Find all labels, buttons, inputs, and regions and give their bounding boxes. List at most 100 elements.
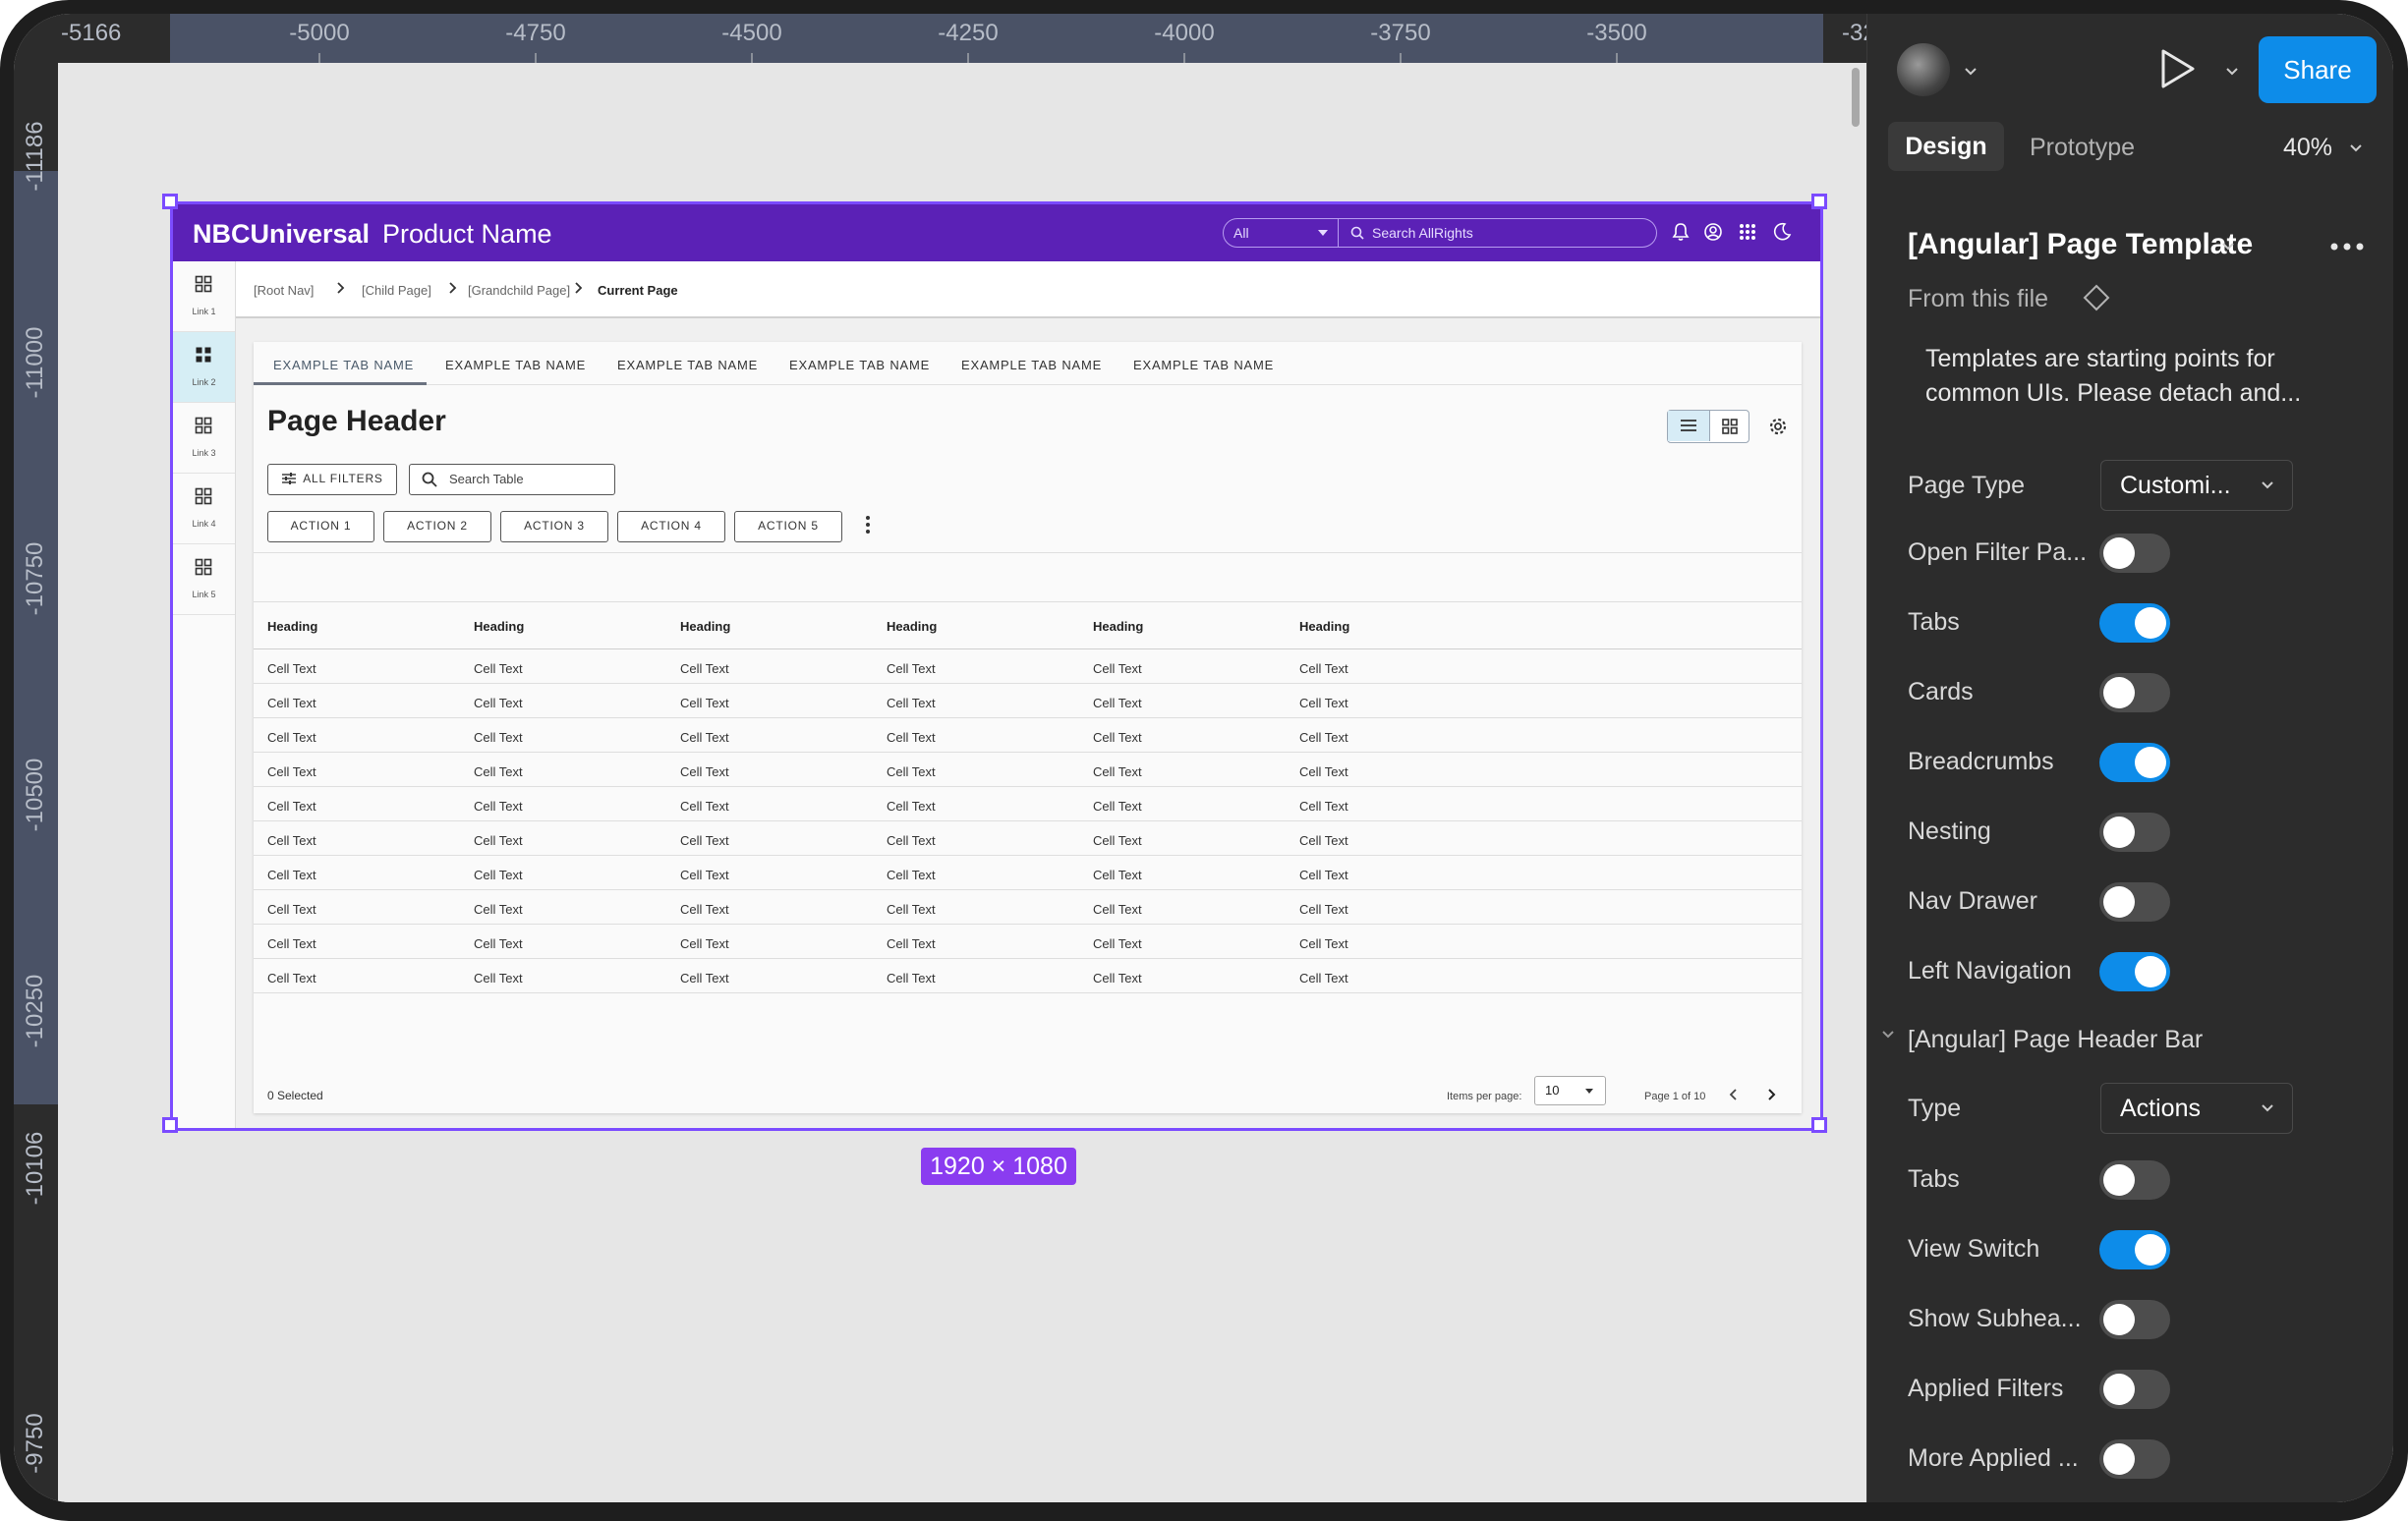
tab-5[interactable]: EXAMPLE TAB NAME bbox=[961, 358, 1102, 372]
chevron-left-icon[interactable] bbox=[1728, 1087, 1740, 1102]
column-heading[interactable]: Heading bbox=[680, 619, 730, 634]
avatar[interactable] bbox=[1897, 43, 1950, 96]
more-horizontal-icon[interactable] bbox=[2329, 242, 2365, 252]
search-scope-select[interactable]: All bbox=[1223, 218, 1339, 248]
toggle-knob bbox=[2103, 1304, 2135, 1335]
grid-view-button[interactable] bbox=[1709, 411, 1749, 441]
table-cell: Cell Text bbox=[680, 936, 729, 951]
page-template-frame[interactable]: NBCUniversal Product Name All Search All… bbox=[162, 194, 1827, 1133]
type-select[interactable]: Actions bbox=[2100, 1083, 2293, 1134]
all-filters-button[interactable]: ALL FILTERS bbox=[267, 464, 397, 495]
tab-prototype[interactable]: Prototype bbox=[2030, 134, 2135, 162]
brand-logo[interactable]: NBCUniversal bbox=[193, 219, 370, 250]
more-vertical-icon[interactable] bbox=[865, 515, 871, 535]
ruler-tick bbox=[535, 53, 537, 63]
breadcrumb-grandchild-page[interactable]: [Grandchild Page] bbox=[468, 283, 570, 298]
table-row[interactable]: Cell Text Cell Text Cell Text Cell Text Cell… bbox=[254, 856, 1802, 890]
items-per-page-select[interactable]: 10 bbox=[1534, 1076, 1606, 1105]
chevron-down-icon[interactable] bbox=[2221, 242, 2235, 252]
share-button[interactable]: Share bbox=[2259, 36, 2377, 103]
column-heading[interactable]: Heading bbox=[1093, 619, 1143, 634]
type-label: Type bbox=[1908, 1095, 1962, 1122]
column-heading[interactable]: Heading bbox=[267, 619, 317, 634]
account-icon[interactable] bbox=[1702, 221, 1724, 243]
chevron-right-icon[interactable] bbox=[1765, 1087, 1777, 1102]
table-row[interactable]: Cell Text Cell Text Cell Text Cell Text Cell… bbox=[254, 821, 1802, 856]
gear-icon[interactable] bbox=[1768, 417, 1788, 436]
table-row[interactable]: Cell Text Cell Text Cell Text Cell Text Cell… bbox=[254, 925, 1802, 959]
component-title[interactable]: [Angular] Page Template bbox=[1908, 228, 2253, 261]
toggle-switch[interactable] bbox=[2099, 1439, 2170, 1479]
bell-icon[interactable] bbox=[1670, 221, 1691, 243]
tab-design[interactable]: Design bbox=[1888, 122, 2004, 171]
breadcrumb-child-page[interactable]: [Child Page] bbox=[362, 283, 431, 298]
global-search-input[interactable]: Search AllRights bbox=[1339, 218, 1657, 248]
toggle-switch[interactable] bbox=[2099, 882, 2170, 922]
action-2-button[interactable]: ACTION 2 bbox=[383, 511, 491, 542]
table-row[interactable]: Cell Text Cell Text Cell Text Cell Text Cell… bbox=[254, 684, 1802, 718]
table-row[interactable]: Cell Text Cell Text Cell Text Cell Text Cell… bbox=[254, 959, 1802, 993]
chevron-down-icon[interactable] bbox=[2225, 67, 2239, 77]
tab-4[interactable]: EXAMPLE TAB NAME bbox=[789, 358, 930, 372]
chevron-down-icon[interactable] bbox=[1881, 1030, 1895, 1040]
nav-item-link-1[interactable]: Link 1 bbox=[173, 261, 235, 332]
action-4-button[interactable]: ACTION 4 bbox=[617, 511, 725, 542]
ruler-tick-label: -5166 bbox=[61, 20, 122, 46]
zoom-level[interactable]: 40% bbox=[2283, 134, 2332, 162]
nav-item-link-5[interactable]: Link 5 bbox=[173, 544, 235, 615]
ruler-tick bbox=[1183, 53, 1185, 63]
toggle-switch[interactable] bbox=[2099, 952, 2170, 991]
nav-item-link-2[interactable]: Link 2 bbox=[173, 332, 235, 403]
toggle-knob bbox=[2103, 537, 2135, 569]
action-1-button[interactable]: ACTION 1 bbox=[267, 511, 374, 542]
ruler-tick-label: -4750 bbox=[505, 20, 566, 46]
resize-handle-top-left[interactable] bbox=[162, 194, 178, 209]
toggle-switch[interactable] bbox=[2099, 603, 2170, 643]
toggle-switch[interactable] bbox=[2099, 743, 2170, 782]
column-heading[interactable]: Heading bbox=[474, 619, 524, 634]
table-cell: Cell Text bbox=[680, 799, 729, 814]
toggle-switch[interactable] bbox=[2099, 1230, 2170, 1269]
nav-item-link-4[interactable]: Link 4 bbox=[173, 474, 235, 544]
nav-item-link-3[interactable]: Link 3 bbox=[173, 403, 235, 474]
action-3-button[interactable]: ACTION 3 bbox=[500, 511, 608, 542]
table-cell: Cell Text bbox=[680, 868, 729, 882]
chevron-down-icon[interactable] bbox=[2349, 143, 2363, 153]
search-table-input[interactable]: Search Table bbox=[409, 464, 615, 495]
dark-mode-moon-icon[interactable] bbox=[1771, 221, 1793, 243]
play-icon[interactable] bbox=[2157, 47, 2197, 90]
tab-1[interactable]: EXAMPLE TAB NAME bbox=[273, 358, 414, 372]
toggle-switch[interactable] bbox=[2099, 813, 2170, 852]
table-cell: Cell Text bbox=[1299, 764, 1348, 779]
table-row[interactable]: Cell Text Cell Text Cell Text Cell Text Cell… bbox=[254, 890, 1802, 925]
canvas-scrollbar[interactable] bbox=[1852, 68, 1860, 127]
toggle-switch[interactable] bbox=[2099, 1370, 2170, 1409]
action-5-button[interactable]: ACTION 5 bbox=[734, 511, 842, 542]
toggle-switch[interactable] bbox=[2099, 1160, 2170, 1200]
resize-handle-top-right[interactable] bbox=[1811, 194, 1827, 209]
column-heading[interactable]: Heading bbox=[887, 619, 937, 634]
column-heading[interactable]: Heading bbox=[1299, 619, 1349, 634]
chevron-down-icon[interactable] bbox=[1964, 67, 1978, 77]
table-row[interactable]: Cell Text Cell Text Cell Text Cell Text Cell… bbox=[254, 649, 1802, 684]
breadcrumb-root-nav[interactable]: [Root Nav] bbox=[254, 283, 314, 298]
resize-handle-bottom-left[interactable] bbox=[162, 1117, 178, 1133]
nested-component-title: [Angular] Page Header Bar bbox=[1908, 1026, 2204, 1053]
toggle-switch[interactable] bbox=[2099, 534, 2170, 573]
data-table: Heading Heading Heading Heading Heading Headi… bbox=[254, 602, 1802, 993]
table-cell: Cell Text bbox=[1299, 661, 1348, 676]
table-row[interactable]: Cell Text Cell Text Cell Text Cell Text Cell… bbox=[254, 718, 1802, 753]
table-row[interactable]: Cell Text Cell Text Cell Text Cell Text Cell… bbox=[254, 787, 1802, 821]
toggle-switch[interactable] bbox=[2099, 673, 2170, 712]
resize-handle-bottom-right[interactable] bbox=[1811, 1117, 1827, 1133]
toggle-switch[interactable] bbox=[2099, 1300, 2170, 1339]
tab-3[interactable]: EXAMPLE TAB NAME bbox=[617, 358, 758, 372]
page-type-select[interactable]: Customi... bbox=[2100, 460, 2293, 511]
table-row[interactable]: Cell Text Cell Text Cell Text Cell Text Cell… bbox=[254, 753, 1802, 787]
left-navigation: Link 1 Link 2 Link 3 Link 4 Link 5 bbox=[173, 261, 236, 1128]
apps-grid-icon[interactable] bbox=[1737, 221, 1758, 243]
ruler-tick-label: -4250 bbox=[938, 20, 999, 46]
tab-2[interactable]: EXAMPLE TAB NAME bbox=[445, 358, 586, 372]
list-view-button[interactable] bbox=[1668, 411, 1709, 441]
tab-6[interactable]: EXAMPLE TAB NAME bbox=[1133, 358, 1274, 372]
